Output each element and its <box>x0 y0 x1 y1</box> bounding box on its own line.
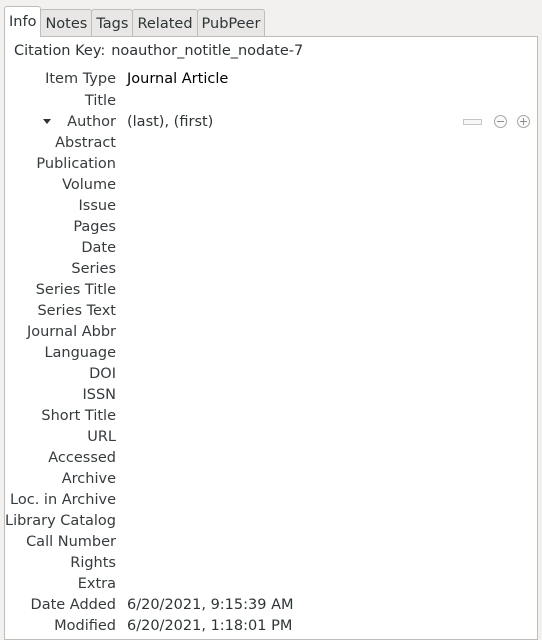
tab-pubpeer[interactable]: PubPeer <box>196 9 266 37</box>
triangle-down-icon[interactable] <box>43 119 51 124</box>
field-row-library-catalog: Library Catalog <box>5 511 537 532</box>
field-row-call-number: Call Number <box>5 532 537 553</box>
field-label-short-title: Short Title <box>41 408 116 424</box>
field-row-doi: DOI <box>5 364 537 385</box>
field-row-extra: Extra <box>5 574 537 595</box>
field-row-date-added: Date Added 6/20/2021, 9:15:39 AM <box>5 595 537 616</box>
plus-circle-icon[interactable] <box>517 115 530 128</box>
field-label-language: Language <box>44 345 116 361</box>
field-row-series-text: Series Text <box>5 301 537 322</box>
item-type-select[interactable]: Journal Article <box>127 69 228 90</box>
field-label-issue: Issue <box>78 198 117 214</box>
citation-key-label: Citation Key: <box>14 43 106 59</box>
field-label-doi: DOI <box>89 366 116 382</box>
field-label-title: Title <box>84 93 116 109</box>
field-value-date-added: 6/20/2021, 9:15:39 AM <box>127 597 294 613</box>
field-row-abstract: Abstract <box>5 133 537 154</box>
field-mode-switch-icon[interactable] <box>463 119 482 125</box>
field-label-extra: Extra <box>77 576 116 592</box>
field-row-accessed: Accessed <box>5 448 537 469</box>
field-label-series: Series <box>71 261 116 277</box>
field-label-volume: Volume <box>62 177 116 193</box>
field-value-author[interactable]: (last), (first) <box>127 112 213 133</box>
field-label-journal-abbr: Journal Abbr <box>26 324 116 340</box>
field-label-date: Date <box>81 240 116 256</box>
field-row-publication: Publication <box>5 154 537 175</box>
field-label-accessed: Accessed <box>48 450 116 466</box>
field-row-volume: Volume <box>5 175 537 196</box>
tab-info[interactable]: Info <box>4 6 42 37</box>
item-pane-tabs: Info Notes Tags Related PubPeer <box>4 6 266 37</box>
field-label-loc-in-archive: Loc. in Archive <box>10 492 116 508</box>
info-panel: Citation Key: noauthor_notitle_nodate-7 I… <box>4 36 538 640</box>
field-label-author[interactable]: Author <box>67 112 116 133</box>
field-row-loc-in-archive: Loc. in Archive <box>5 490 537 511</box>
field-row-pages: Pages <box>5 217 537 238</box>
field-row-modified: Modified 6/20/2021, 1:18:01 PM <box>5 616 537 637</box>
field-label-item-type: Item Type <box>45 71 116 87</box>
field-row-journal-abbr: Journal Abbr <box>5 322 537 343</box>
minus-circle-icon[interactable] <box>494 115 507 128</box>
field-label-publication: Publication <box>36 156 116 172</box>
citation-key-row: Citation Key: noauthor_notitle_nodate-7 <box>14 40 303 62</box>
field-label-call-number: Call Number <box>26 534 116 550</box>
field-row-series: Series <box>5 259 537 280</box>
field-row-archive: Archive <box>5 469 537 490</box>
field-value-modified: 6/20/2021, 1:18:01 PM <box>127 618 293 634</box>
field-label-series-text: Series Text <box>37 303 116 319</box>
field-row-series-title: Series Title <box>5 280 537 301</box>
field-label-modified: Modified <box>54 618 116 634</box>
field-row-date: Date <box>5 238 537 259</box>
field-row-url: URL <box>5 427 537 448</box>
field-label-url: URL <box>87 429 116 445</box>
field-row-title: Title <box>5 91 537 112</box>
field-label-series-title: Series Title <box>35 282 116 298</box>
citation-key-value[interactable]: noauthor_notitle_nodate-7 <box>111 43 303 59</box>
field-row-language: Language <box>5 343 537 364</box>
tab-tags[interactable]: Tags <box>91 9 134 37</box>
field-row-item-type: Item Type Journal Article <box>5 69 537 90</box>
field-row-issue: Issue <box>5 196 537 217</box>
field-row-issn: ISSN <box>5 385 537 406</box>
field-row-author: Author (last), (first) <box>5 112 537 133</box>
field-row-rights: Rights <box>5 553 537 574</box>
field-label-date-added: Date Added <box>30 597 116 613</box>
field-row-short-title: Short Title <box>5 406 537 427</box>
field-label-abstract: Abstract <box>55 135 116 151</box>
field-label-rights: Rights <box>70 555 116 571</box>
field-label-pages: Pages <box>73 219 116 235</box>
tab-notes[interactable]: Notes <box>40 9 93 37</box>
field-label-archive: Archive <box>61 471 116 487</box>
tab-related[interactable]: Related <box>132 9 198 37</box>
field-label-library-catalog: Library Catalog <box>5 513 116 529</box>
field-label-issn: ISSN <box>82 387 116 403</box>
